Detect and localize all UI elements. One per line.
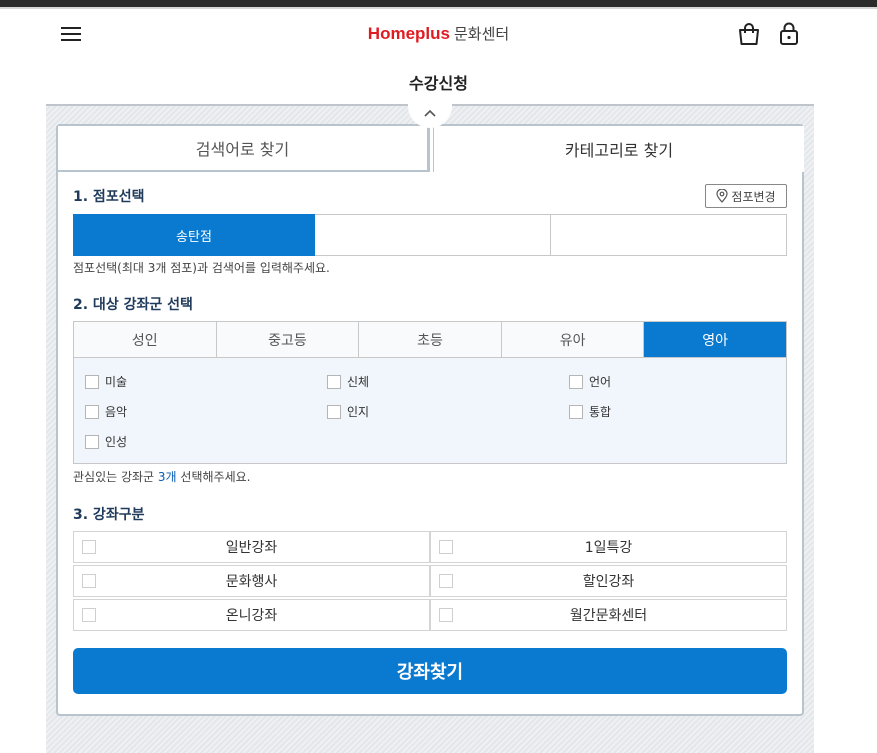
window-top-bar	[0, 0, 877, 7]
lecture-type-monthly[interactable]: 월간문화센터	[430, 599, 787, 631]
checkbox[interactable]	[569, 374, 583, 389]
category-checkbox-integrated[interactable]: 통합	[569, 403, 611, 420]
lecture-type-label: 일반강좌	[225, 540, 278, 556]
category-label: 신체	[347, 375, 370, 389]
checkbox[interactable]	[85, 434, 99, 449]
group-hint-prefix: 관심있는 강좌군	[73, 470, 158, 484]
group-tab-teen[interactable]: 중고등	[216, 322, 360, 357]
category-label: 미술	[105, 375, 128, 389]
group-hint-count: 3개	[157, 470, 177, 484]
category-checkbox-music[interactable]: 음악	[85, 403, 127, 420]
category-checkbox-character[interactable]: 인성	[85, 433, 127, 450]
lock-icon[interactable]	[777, 21, 801, 47]
lecture-type-culture-event[interactable]: 문화행사	[73, 565, 430, 597]
find-lectures-button[interactable]: 강좌찾기	[73, 648, 787, 694]
store-slot-1[interactable]: 송탄점	[73, 214, 315, 256]
lecture-type-general[interactable]: 일반강좌	[73, 531, 430, 563]
lecture-type-discount[interactable]: 할인강좌	[430, 565, 787, 597]
group-tab-adult[interactable]: 성인	[74, 322, 217, 357]
lecture-type-label: 월간문화센터	[569, 608, 648, 624]
search-card: 검색어로 찾기 카테고리로 찾기 1. 점포선택 점포변경 송탄점 점포선택(최…	[56, 124, 804, 716]
category-checkbox-panel: 미술 신체 언어 음악 인지 통합 인성	[73, 358, 787, 464]
section-group-title: 2. 대상 강좌군 선택	[73, 297, 193, 313]
checkbox[interactable]	[82, 574, 96, 588]
category-label: 언어	[589, 375, 612, 389]
category-checkbox-cognition[interactable]: 인지	[327, 403, 369, 420]
group-tabs: 성인 중고등 초등 유아 영아	[73, 321, 787, 358]
checkbox[interactable]	[85, 374, 99, 389]
checkbox[interactable]	[439, 608, 453, 622]
tab-keyword-search[interactable]: 검색어로 찾기	[58, 126, 430, 172]
checkbox[interactable]	[327, 374, 341, 389]
category-checkbox-language[interactable]: 언어	[569, 373, 611, 390]
category-checkbox-body[interactable]: 신체	[327, 373, 369, 390]
lecture-type-label: 1일특강	[584, 540, 633, 556]
category-checkbox-art[interactable]: 미술	[85, 373, 127, 390]
lecture-type-label: 문화행사	[225, 574, 278, 590]
lecture-type-label: 할인강좌	[582, 574, 635, 590]
group-tab-preschool[interactable]: 유아	[501, 322, 645, 357]
store-change-label: 점포변경	[731, 189, 776, 204]
checkbox[interactable]	[327, 404, 341, 419]
section-store-title: 1. 점포선택	[73, 189, 145, 205]
checkbox[interactable]	[439, 574, 453, 588]
checkbox[interactable]	[82, 540, 96, 554]
checkbox[interactable]	[569, 404, 583, 419]
shopping-bag-icon[interactable]	[737, 21, 761, 47]
section-type-title: 3. 강좌구분	[73, 507, 145, 523]
group-hint-suffix: 선택해주세요.	[176, 470, 251, 484]
store-slot-2[interactable]	[315, 214, 551, 256]
map-pin-icon	[716, 189, 729, 203]
store-slot-3[interactable]	[551, 214, 787, 256]
store-hint: 점포선택(최대 3개 점포)과 검색어를 입력해주세요.	[73, 261, 330, 275]
store-change-button[interactable]: 점포변경	[705, 184, 787, 208]
page-title: 수강신청	[409, 74, 468, 93]
chevron-up-icon	[424, 109, 436, 117]
lecture-type-label: 온니강좌	[225, 608, 278, 624]
category-label: 인지	[347, 405, 370, 419]
group-tab-elementary[interactable]: 초등	[359, 322, 502, 357]
logo-brand-text: Homeplus	[367, 24, 450, 43]
lecture-type-only[interactable]: 온니강좌	[73, 599, 430, 631]
checkbox[interactable]	[82, 608, 96, 622]
site-header: Homeplus 문화센터	[0, 9, 877, 61]
checkbox[interactable]	[85, 404, 99, 419]
lecture-type-oneday[interactable]: 1일특강	[430, 531, 787, 563]
group-hint: 관심있는 강좌군 3개 선택해주세요.	[73, 468, 250, 485]
category-label: 통합	[589, 405, 612, 419]
category-label: 인성	[105, 435, 128, 449]
store-selection-row: 송탄점	[73, 214, 787, 256]
checkbox[interactable]	[439, 540, 453, 554]
group-tab-infant[interactable]: 영아	[644, 322, 786, 357]
tab-category-search[interactable]: 카테고리로 찾기	[433, 126, 804, 172]
category-label: 음악	[105, 405, 128, 419]
logo-sub-text: 문화센터	[453, 25, 510, 43]
